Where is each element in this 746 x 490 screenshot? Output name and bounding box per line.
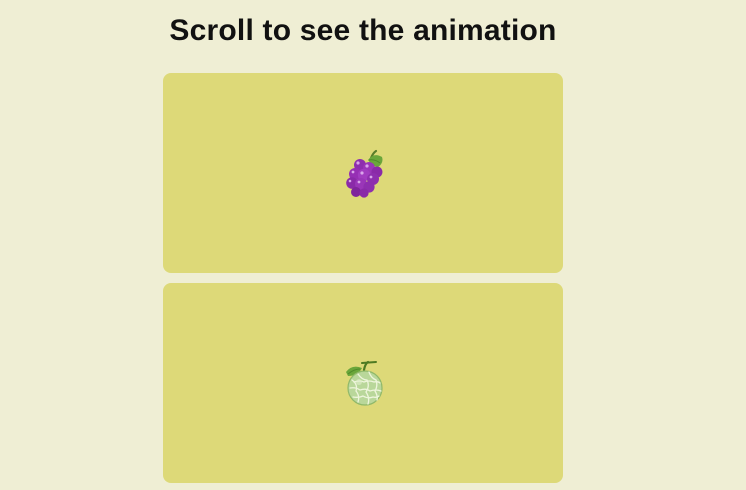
grapes-icon: [346, 149, 383, 198]
fruit-card-melon: [163, 283, 563, 483]
page-title: Scroll to see the animation: [169, 14, 557, 47]
page: Scroll to see the animation: [0, 0, 746, 490]
fruit-card-grapes: [163, 73, 563, 273]
melon-icon: [346, 360, 383, 406]
